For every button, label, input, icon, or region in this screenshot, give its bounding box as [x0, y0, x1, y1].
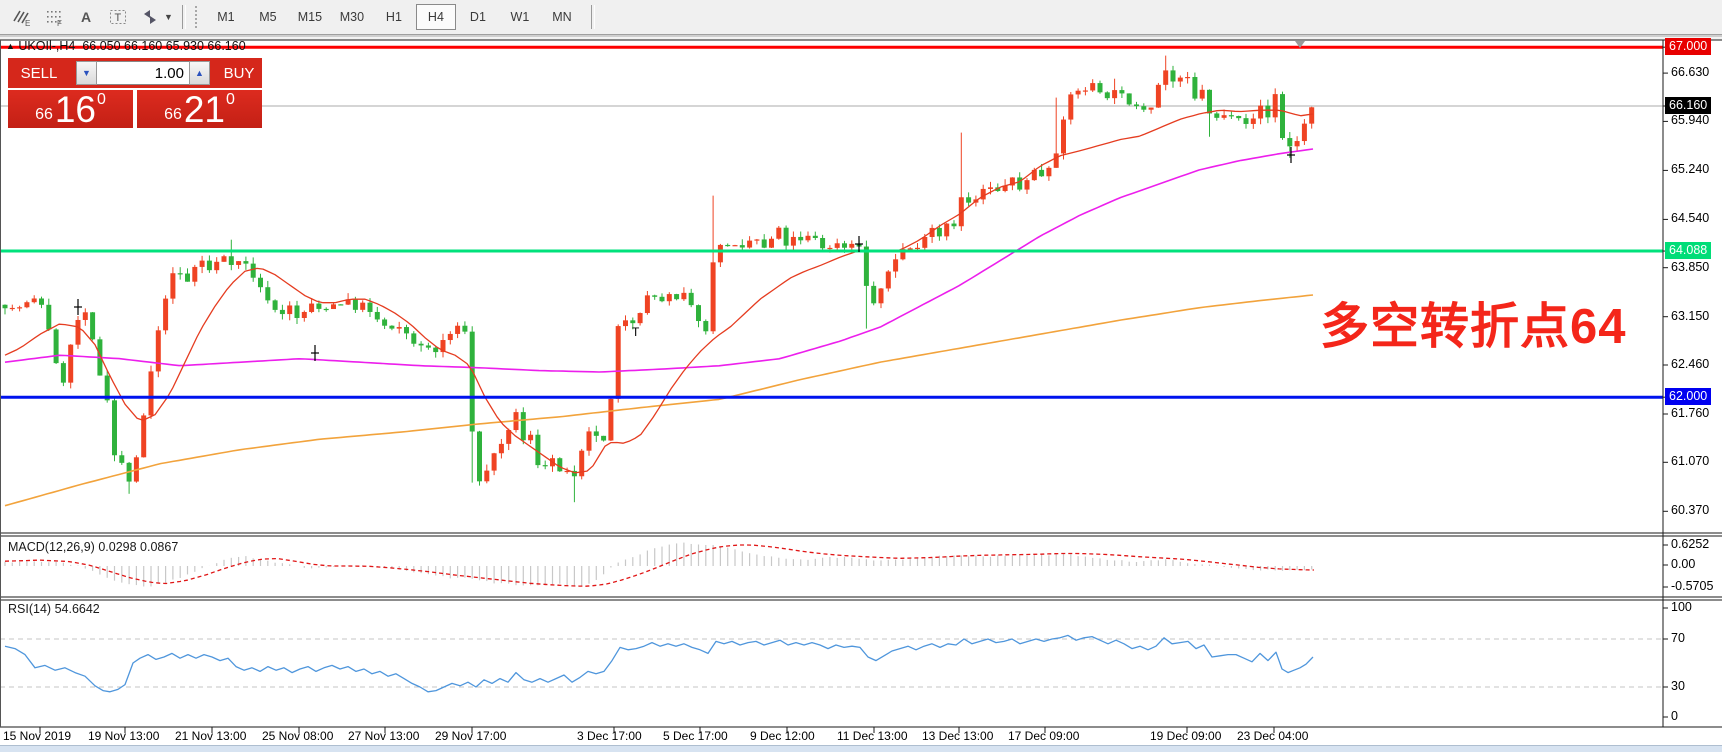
rsi-label: RSI(14) 54.6642: [8, 602, 100, 616]
sell-price-tile[interactable]: 66160: [8, 90, 133, 128]
price-label-66.630: 66.630: [1671, 64, 1709, 81]
buy-button[interactable]: BUY: [216, 59, 262, 87]
indicator-pen-icon[interactable]: E: [6, 3, 38, 31]
symbol-name: UKOIl-,H4: [18, 39, 75, 53]
buy-price-sup: 0: [226, 92, 235, 108]
rsi-scale-30: 30: [1671, 678, 1685, 695]
volume-increase-button[interactable]: ▲: [189, 61, 210, 85]
sell-price-big: 16: [55, 95, 96, 125]
price-label-62.460: 62.460: [1671, 356, 1709, 373]
volume-decrease-button[interactable]: ▼: [76, 61, 97, 85]
time-label: 19 Dec 09:00: [1150, 729, 1221, 743]
arrows-icon[interactable]: [134, 3, 166, 31]
one-click-trade-panel: SELL ▼ ▲ BUY 66160 66210: [8, 58, 262, 126]
price-label-65.940: 65.940: [1671, 112, 1709, 129]
symbol-triangle-icon: ▲: [6, 41, 15, 51]
text-label-icon[interactable]: A: [70, 3, 102, 31]
macd-scale-0.00: 0.00: [1671, 556, 1695, 573]
annotation-text: 多空转折点64: [1320, 302, 1627, 353]
ohlc-values: 66.050 66.160 65.930 66.160: [82, 39, 245, 53]
time-label: 25 Nov 08:00: [262, 729, 333, 743]
svg-text:E: E: [25, 19, 30, 28]
price-badge-67.000: 67.000: [1665, 38, 1711, 55]
timeframe-MN[interactable]: MN: [542, 4, 582, 30]
price-label-63.850: 63.850: [1671, 259, 1709, 276]
svg-text:T: T: [632, 325, 640, 339]
time-label: 11 Dec 13:00: [837, 729, 908, 743]
buy-price-prefix: 66: [164, 107, 182, 123]
timeframe-H4[interactable]: H4: [416, 4, 456, 30]
price-badge-62.000: 62.000: [1665, 388, 1711, 405]
timeframe-M5[interactable]: M5: [248, 4, 288, 30]
candlestick-chart-canvas[interactable]: T: [0, 36, 1722, 745]
rsi-scale-0: 0: [1671, 708, 1678, 725]
toolbar-grip: [195, 6, 200, 28]
time-label: 13 Dec 13:00: [922, 729, 993, 743]
price-label-63.150: 63.150: [1671, 308, 1709, 325]
time-label: 3 Dec 17:00: [577, 729, 642, 743]
sell-price-prefix: 66: [35, 107, 53, 123]
time-label: 29 Nov 17:00: [435, 729, 506, 743]
volume-input[interactable]: [97, 61, 189, 85]
chart-title: ▲ UKOIl-,H4 66.050 66.160 65.930 66.160: [6, 39, 246, 53]
svg-text:T: T: [115, 12, 122, 24]
svg-text:F: F: [57, 19, 62, 28]
price-label-60.370: 60.370: [1671, 502, 1709, 519]
toolbar: E F A T ▼ M1M5M15M30H1H4D1W1MN: [0, 0, 1722, 34]
time-label: 21 Nov 13:00: [175, 729, 246, 743]
buy-price-big: 21: [184, 95, 225, 125]
time-axis[interactable]: 15 Nov 2019 19 Nov 13:00 21 Nov 13:00 25 No…: [0, 729, 1663, 745]
sell-price-sup: 0: [97, 92, 106, 108]
price-label-65.240: 65.240: [1671, 161, 1709, 178]
time-label: 27 Nov 13:00: [348, 729, 419, 743]
trading-terminal: E F A T ▼ M1M5M15M30H1H4D1W1MN T ▲ UKOIl-,H…: [0, 0, 1722, 752]
time-label: 17 Dec 09:00: [1008, 729, 1079, 743]
time-label: 15 Nov 2019: [3, 729, 71, 743]
sell-button[interactable]: SELL: [8, 59, 70, 87]
rsi-scale-100: 100: [1671, 599, 1692, 616]
macd-label: MACD(12,26,9) 0.0298 0.0867: [8, 540, 178, 554]
timeframe-M1[interactable]: M1: [206, 4, 246, 30]
timeframe-W1[interactable]: W1: [500, 4, 540, 30]
macd-scale--0.5705: -0.5705: [1671, 578, 1713, 595]
time-label: 19 Nov 13:00: [88, 729, 159, 743]
bottom-strip: [0, 745, 1722, 752]
buy-price-tile[interactable]: 66210: [137, 90, 262, 128]
time-label: 9 Dec 12:00: [750, 729, 815, 743]
toolbar-separator: [182, 5, 186, 29]
timeframe-M30[interactable]: M30: [332, 4, 372, 30]
timeframe-H1[interactable]: H1: [374, 4, 414, 30]
grid-icon[interactable]: F: [38, 3, 70, 31]
time-label: 5 Dec 17:00: [663, 729, 728, 743]
price-axis[interactable]: 67.00066.63066.16065.94065.24064.54064.0…: [1663, 36, 1722, 745]
text-box-icon[interactable]: T: [102, 3, 134, 31]
timeframe-group: M1M5M15M30H1H4D1W1MN: [206, 4, 584, 30]
timeframe-M15[interactable]: M15: [290, 4, 330, 30]
timeframe-D1[interactable]: D1: [458, 4, 498, 30]
price-label-64.540: 64.540: [1671, 210, 1709, 227]
drawing-tools: EFAT: [6, 3, 166, 31]
rsi-scale-70: 70: [1671, 630, 1685, 647]
price-label-61.070: 61.070: [1671, 453, 1709, 470]
macd-scale-0.6252: 0.6252: [1671, 536, 1709, 553]
toolbar-separator: [591, 5, 595, 29]
price-badge-64.088: 64.088: [1665, 242, 1711, 259]
time-label: 23 Dec 04:00: [1237, 729, 1308, 743]
svg-text:A: A: [81, 9, 91, 25]
price-label-61.760: 61.760: [1671, 405, 1709, 422]
chevron-down-icon[interactable]: ▼: [164, 12, 173, 22]
